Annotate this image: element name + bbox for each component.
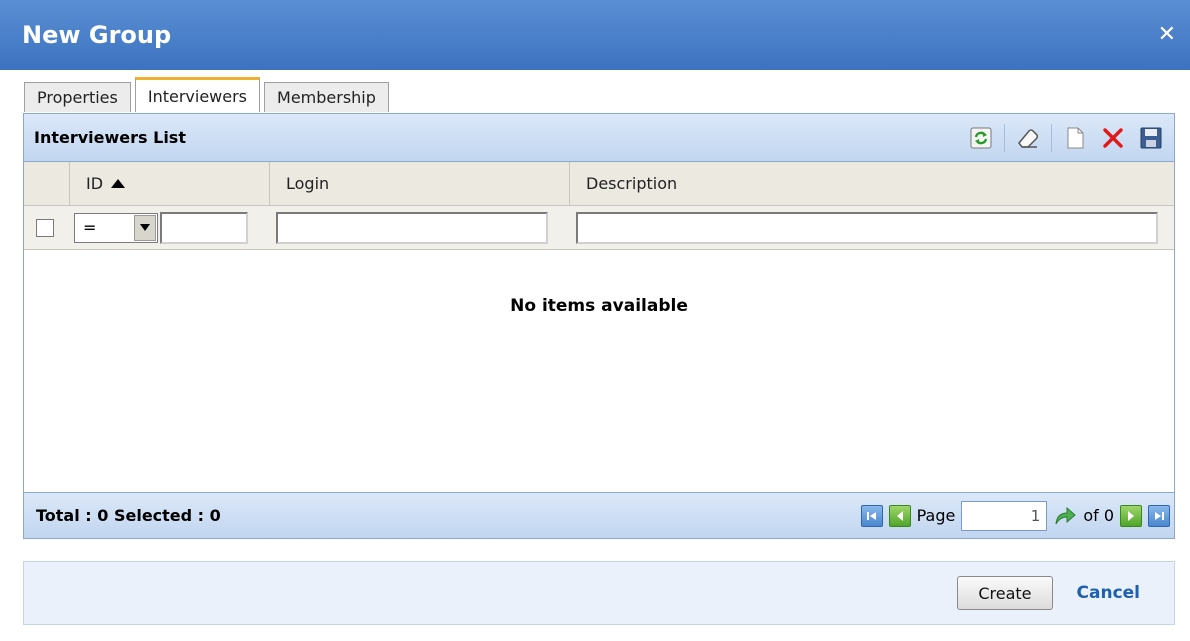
tab-membership[interactable]: Membership [264,82,389,112]
tab-strip: Properties Interviewers Membership [24,77,393,112]
interviewers-list-panel: Interviewers List ID Login Description =… [23,113,1175,539]
list-footer: Total : 0 Selected : 0 Page of 0 [24,492,1174,538]
tab-properties[interactable]: Properties [24,82,131,112]
column-header-login[interactable]: Login [270,162,570,205]
save-button[interactable] [1134,121,1168,155]
new-document-icon [1067,127,1084,148]
last-page-icon [1155,511,1164,520]
close-icon[interactable]: ✕ [1158,24,1176,46]
list-title: Interviewers List [34,128,186,147]
empty-message-text: No items available [510,296,688,316]
list-toolbar [964,121,1168,155]
next-page-button[interactable] [1120,504,1142,527]
refresh-icon [970,127,992,148]
column-header-row: ID Login Description [24,162,1174,206]
totals-text: Total : 0 Selected : 0 [36,506,221,525]
select-all-checkbox[interactable] [36,218,54,237]
list-header: Interviewers List [24,114,1174,162]
last-page-button[interactable] [1148,504,1170,527]
delete-button[interactable] [1096,121,1130,155]
id-operator-select[interactable]: = [74,212,158,243]
login-filter-input[interactable] [276,211,548,244]
first-page-icon [866,511,876,520]
column-header-id[interactable]: ID [70,162,270,205]
eraser-icon [1018,128,1039,148]
page-label: Page [916,506,956,525]
column-header-description[interactable]: Description [570,162,1174,205]
column-header-description-label: Description [586,174,678,193]
dialog-action-bar: Create Cancel [23,561,1175,625]
empty-list-message: No items available [24,250,1174,494]
column-header-id-label: ID [86,174,104,193]
cancel-link[interactable]: Cancel [1077,583,1140,603]
toolbar-separator [1051,123,1052,152]
refresh-button[interactable] [964,121,998,155]
select-column-header [24,162,70,205]
chevron-down-icon[interactable] [134,214,156,241]
description-filter-input[interactable] [576,211,1158,244]
go-to-page-icon[interactable] [1053,504,1077,528]
new-item-button[interactable] [1058,121,1092,155]
page-number-input[interactable] [961,500,1048,531]
column-header-login-label: Login [286,174,330,193]
clear-filter-button[interactable] [1011,121,1045,155]
previous-page-button[interactable] [888,504,911,527]
page-count-label: of 0 [1083,506,1114,525]
tab-interviewers[interactable]: Interviewers [134,77,261,112]
dialog-title-bar: New Group ✕ [0,0,1190,70]
dialog-title: New Group [22,21,172,49]
filter-row: = [24,206,1174,250]
first-page-button[interactable] [860,504,883,527]
save-icon [1140,127,1162,148]
id-filter-input[interactable] [160,211,248,244]
toolbar-separator [1004,123,1005,152]
next-page-icon [1128,510,1134,521]
delete-icon [1103,127,1123,148]
sort-ascending-icon [111,179,126,188]
pager: Page of 0 [860,500,1170,531]
create-button[interactable]: Create [957,576,1053,610]
previous-page-icon [896,510,903,521]
id-operator-value: = [83,218,97,237]
